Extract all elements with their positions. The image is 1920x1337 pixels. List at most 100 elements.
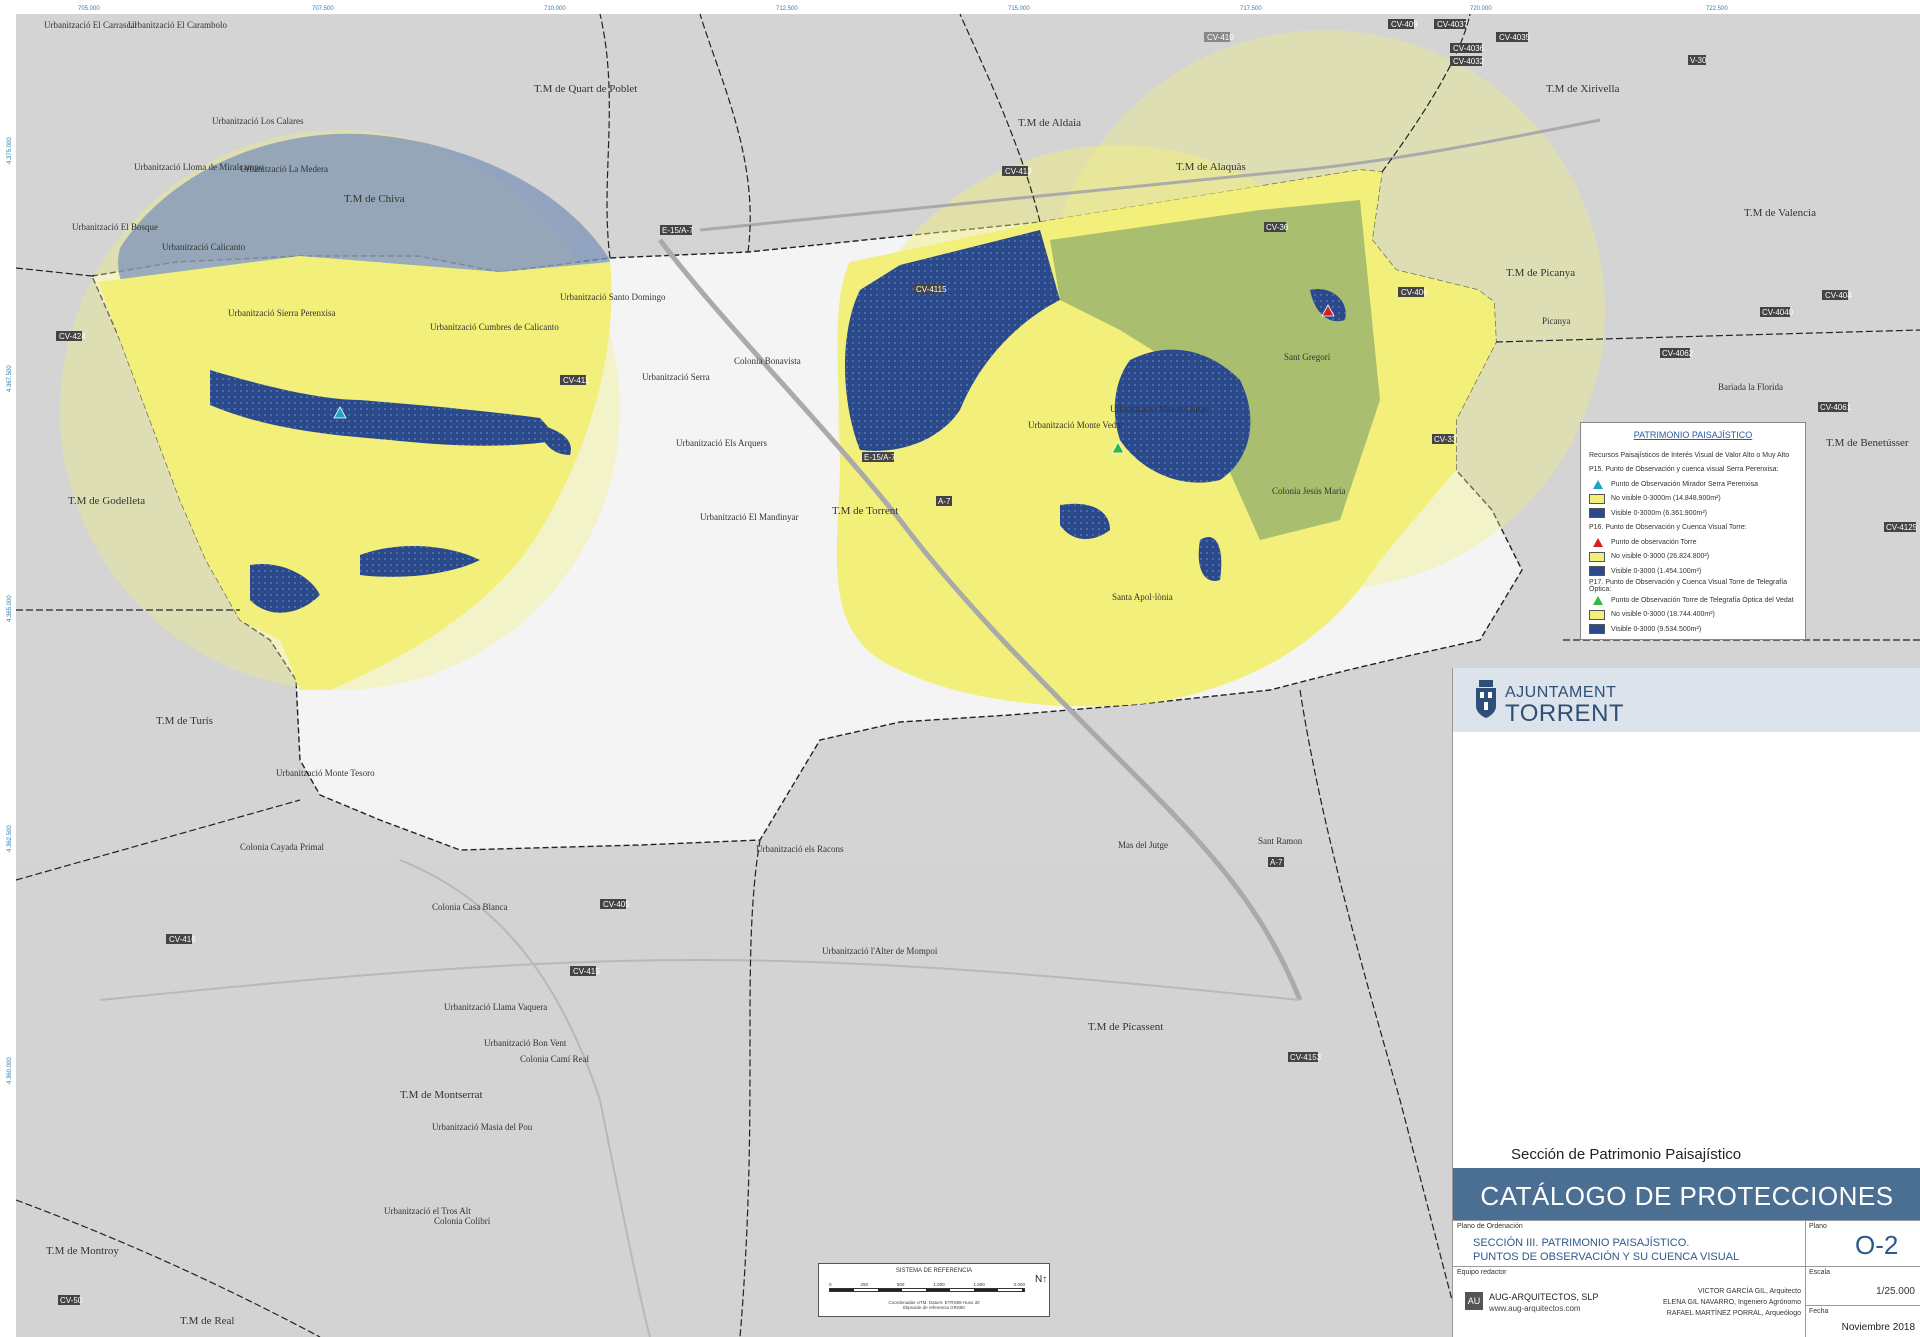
- place-label: Colonia Jesús María: [1272, 486, 1346, 496]
- triangle-icon: [1593, 595, 1603, 605]
- legend-p16-no-visible: No visible 0-3000 (26.824.800²): [1589, 550, 1797, 565]
- plano-title-line2: PUNTOS DE OBSERVACIÓN Y SU CUENCA VISUAL: [1473, 1251, 1740, 1263]
- legend-p15-point: Punto de Observación Mirador Serra Peren…: [1589, 477, 1797, 492]
- swatch-no-visible: [1589, 551, 1605, 562]
- firm-web: www.aug-arquitectos.com: [1489, 1304, 1581, 1313]
- road-label-cv4061: CV-4061: [1818, 402, 1852, 412]
- svg-text:CV-415: CV-415: [573, 967, 600, 976]
- author-3: RAFAEL MARTÍNEZ PORRAL, Arqueólogo: [1666, 1310, 1801, 1317]
- logo-torrent-text: TORRENT: [1505, 700, 1625, 727]
- section-title: Sección de Patrimonio Paisajístico: [1511, 1146, 1742, 1163]
- svg-text:722.500: 722.500: [1706, 6, 1728, 12]
- tm-label: T.M de Benetússer: [1826, 437, 1909, 449]
- road-label-e15-south: E-15/A-7: [862, 452, 896, 462]
- shield-icon: [1476, 680, 1496, 718]
- scale-note: Coordenadas UTM. Datum: ETRS89 Huso 30 E…: [819, 1300, 1049, 1310]
- svg-text:CV-410: CV-410: [1207, 33, 1234, 42]
- legend-p15-heading: P15. Punto de Observación y cuenca visua…: [1589, 466, 1779, 474]
- road-label-cv4037: CV-4037: [1434, 19, 1469, 29]
- road-label-e15: E-15/A-7: [660, 225, 694, 235]
- svg-text:CV-4115: CV-4115: [916, 285, 947, 294]
- scale-note-2: Elipsoide de referencia GRS80: [903, 1305, 965, 1310]
- swatch-visible: [1589, 566, 1605, 577]
- legend-p15-no-visible: No visible 0-3000m (14.848.900m²): [1589, 492, 1797, 507]
- svg-text:CV-4037: CV-4037: [1437, 20, 1469, 29]
- road-label-cv411: CV-411: [560, 375, 590, 385]
- svg-text:4.362.500: 4.362.500: [7, 825, 13, 852]
- place-label: Urbanització El Carrascal: [44, 20, 137, 30]
- swatch-visible: [1589, 624, 1605, 635]
- legend-p17-heading: P17. Punto de Observación y Cuenca Visua…: [1589, 578, 1788, 593]
- tm-label: T.M de Alaquàs: [1176, 161, 1246, 173]
- tm-label: T.M de Godelleta: [68, 495, 145, 507]
- svg-text:4.375.000: 4.375.000: [7, 137, 13, 164]
- place-label: Mas del Jutge: [1118, 840, 1168, 850]
- scale-tick: 0: [829, 1282, 832, 1287]
- escala-value: 1/25.000: [1876, 1286, 1915, 1297]
- place-label: Colonia Colibrí: [434, 1216, 491, 1226]
- escala-label: Escala: [1809, 1269, 1831, 1276]
- tm-label: T.M de Montserrat: [400, 1089, 483, 1101]
- place-label: Urbanització La Medera: [240, 164, 328, 174]
- equipo-label: Equipo redactor: [1457, 1269, 1507, 1276]
- road-label-cv33: CV-33: [1432, 434, 1457, 444]
- catalog-band: CATÁLOGO DE PROTECCIONES: [1453, 1168, 1920, 1220]
- svg-text:715.000: 715.000: [1008, 6, 1030, 12]
- place-label: Santa Apol·lònia: [1112, 592, 1173, 602]
- catalog-title: CATÁLOGO DE PROTECCIONES: [1480, 1181, 1894, 1211]
- place-label: Urbanització Cumbres de Calicanto: [430, 322, 559, 332]
- scale-tick: 1.000: [933, 1282, 945, 1287]
- plano-label: Plano de Ordenación: [1457, 1223, 1523, 1230]
- svg-text:A-7: A-7: [938, 497, 951, 506]
- plano-number-label: Plano: [1809, 1223, 1827, 1230]
- place-label: Colonia Camí Real: [520, 1054, 589, 1064]
- svg-text:717.500: 717.500: [1240, 6, 1262, 12]
- road-label-cv404: CV-404: [1822, 290, 1852, 300]
- road-label-cv4153: CV-4153: [1288, 1052, 1322, 1062]
- place-label: Urbanització Santo Domingo: [560, 292, 666, 302]
- svg-text:E-15/A-7: E-15/A-7: [864, 453, 896, 462]
- tm-label: T.M de Aldaia: [1018, 117, 1081, 129]
- svg-text:A-7: A-7: [1270, 858, 1283, 867]
- scale-bar: [829, 1288, 1025, 1292]
- road-label-cv415: CV-415: [570, 966, 600, 976]
- plano-number: O-2: [1855, 1230, 1899, 1260]
- tm-label: T.M de Torrent: [832, 505, 898, 517]
- title-block: AJUNTAMENT TORRENT Sección de Patrimonio…: [1452, 668, 1920, 1337]
- road-label-cv4125: CV-4125: [1884, 522, 1918, 532]
- road-label-cv50: CV-50: [58, 1295, 83, 1305]
- svg-text:CV-424: CV-424: [59, 332, 86, 341]
- place-label: Urbanització els Racons: [756, 844, 844, 854]
- svg-text:4.367.500: 4.367.500: [7, 365, 13, 392]
- svg-text:CV-413: CV-413: [1005, 167, 1032, 176]
- svg-text:CV-4062: CV-4062: [1662, 349, 1694, 358]
- svg-text:CV-4125: CV-4125: [1886, 523, 1918, 532]
- road-label-cv4036: CV-4036: [1450, 43, 1485, 53]
- road-label-cv413: CV-413: [1002, 166, 1032, 176]
- place-label: Picanya: [1542, 316, 1571, 326]
- place-label: Urbanització Masia del Pou: [432, 1122, 533, 1132]
- svg-text:CV-4036: CV-4036: [1453, 44, 1485, 53]
- svg-text:CV-4061: CV-4061: [1820, 403, 1852, 412]
- tm-label: T.M de Quart de Poblet: [534, 83, 637, 95]
- tm-label: T.M de Xirivella: [1546, 83, 1620, 95]
- road-label-cv4032: CV-4032: [1450, 56, 1485, 66]
- tm-label: T.M de Turís: [156, 715, 213, 727]
- road-label-cv416: CV-416: [166, 934, 196, 944]
- place-label: Urbanització Mas del Jutge: [1110, 404, 1209, 414]
- road-label-cv4062: CV-4062: [1660, 348, 1694, 358]
- place-label: Urbanització Sierra Perenxisa: [228, 308, 335, 318]
- place-label: Sant Ramon: [1258, 836, 1303, 846]
- place-label: Urbanització el Tros Alt: [384, 1206, 471, 1216]
- svg-text:4.360.000: 4.360.000: [7, 1057, 13, 1084]
- place-label: Sant Gregori: [1284, 352, 1331, 362]
- top-coordinate-strip: [0, 0, 1920, 14]
- legend-p16-heading: P16. Punto de Observación y Cuenca Visua…: [1589, 524, 1747, 532]
- svg-text:CV-4035: CV-4035: [1499, 33, 1531, 42]
- scale-tick: 250: [860, 1282, 868, 1287]
- place-label: Urbanització l'Alter de Mompoi: [822, 946, 938, 956]
- svg-text:CV-416: CV-416: [169, 935, 196, 944]
- place-label: Urbanització Serra: [642, 372, 710, 382]
- road-label-a7: A-7: [936, 496, 952, 506]
- svg-text:CV-33: CV-33: [1434, 435, 1457, 444]
